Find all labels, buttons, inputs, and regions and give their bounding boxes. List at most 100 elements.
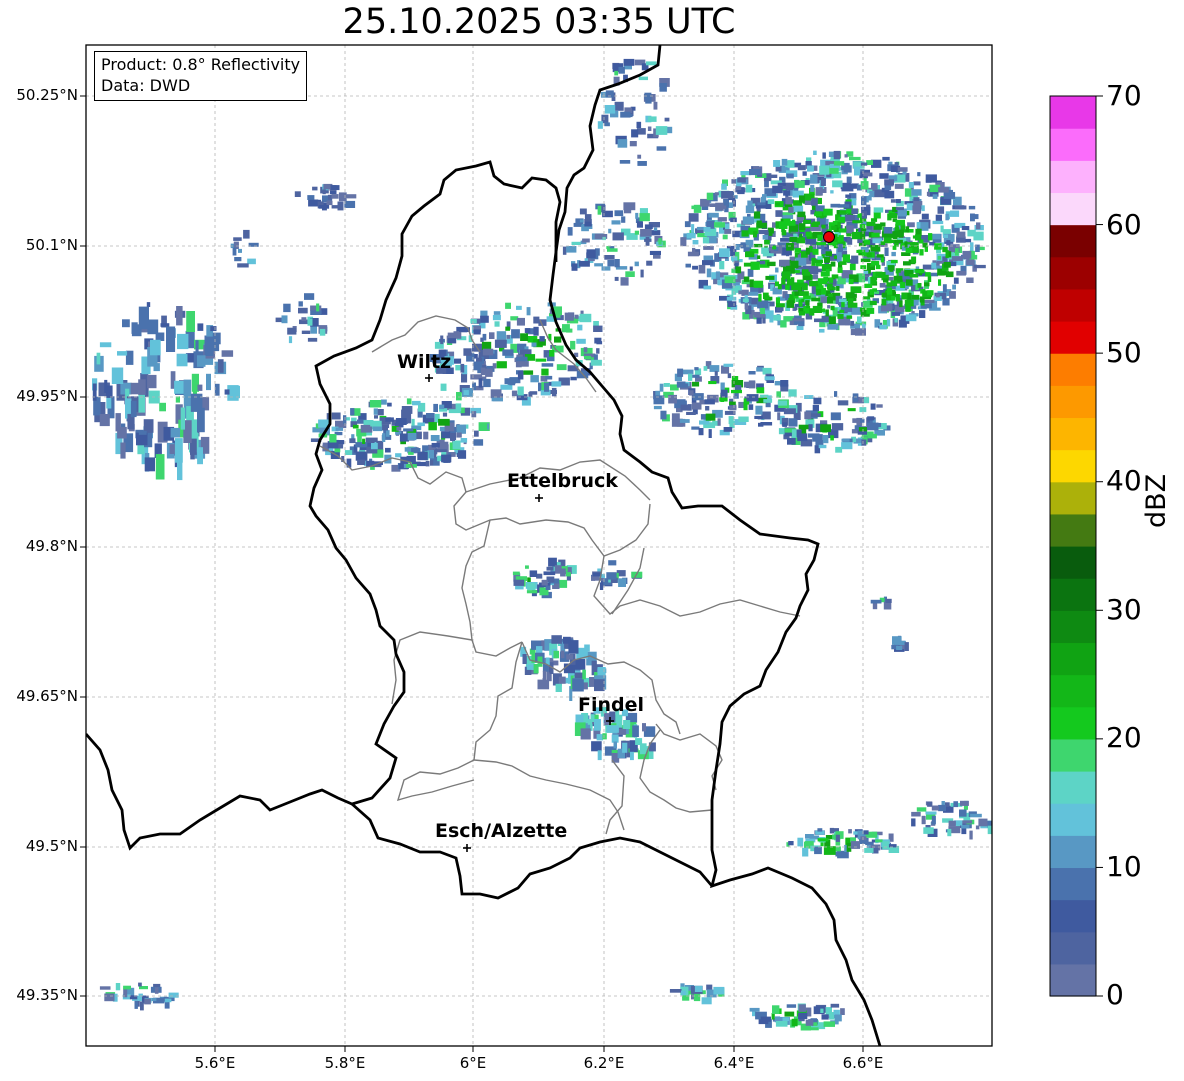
data-source-label: Data: DWD bbox=[101, 76, 191, 95]
echo-cell bbox=[746, 394, 759, 402]
echo-cell bbox=[562, 246, 567, 255]
echo-cell bbox=[411, 400, 421, 406]
echo-cell bbox=[754, 415, 763, 419]
echo-cell bbox=[788, 389, 797, 397]
echo-cell bbox=[355, 451, 368, 461]
echo-cell bbox=[653, 405, 662, 410]
echo-cell bbox=[724, 229, 732, 234]
echo-cell bbox=[636, 128, 646, 135]
echo-cell bbox=[480, 423, 488, 431]
echo-cell bbox=[706, 984, 713, 991]
echo-cell bbox=[817, 828, 823, 832]
echo-cell bbox=[855, 328, 866, 336]
echo-cell bbox=[618, 66, 625, 74]
echo-cell bbox=[812, 248, 819, 255]
echo-cell bbox=[612, 232, 624, 241]
echo-cell bbox=[867, 422, 879, 431]
echo-cell bbox=[826, 283, 833, 290]
echo-cell bbox=[551, 635, 562, 644]
echo-cell bbox=[722, 234, 728, 240]
echo-cell bbox=[387, 402, 392, 407]
echo-cell bbox=[471, 411, 477, 418]
echo-cell bbox=[882, 156, 890, 161]
echo-cell bbox=[99, 414, 110, 427]
echo-cell bbox=[287, 327, 297, 335]
echo-cell bbox=[813, 150, 817, 155]
echo-cell bbox=[583, 347, 588, 353]
colorbar-segment bbox=[1050, 899, 1096, 933]
echo-cell bbox=[823, 1021, 835, 1027]
echo-cell bbox=[848, 829, 852, 834]
echo-cell bbox=[817, 234, 823, 242]
echo-cell bbox=[594, 233, 604, 240]
echo-cell bbox=[799, 291, 809, 296]
echo-cell bbox=[749, 169, 761, 176]
echo-cell bbox=[668, 394, 677, 404]
echo-cell bbox=[525, 565, 529, 569]
echo-cell bbox=[866, 307, 875, 314]
echo-cell bbox=[685, 263, 691, 268]
echo-cell bbox=[869, 191, 875, 198]
echo-cell bbox=[833, 150, 841, 160]
echo-cell bbox=[605, 90, 614, 98]
echo-cell bbox=[684, 221, 691, 228]
echo-cell bbox=[786, 278, 794, 286]
echo-cell bbox=[926, 191, 930, 197]
echo-cell bbox=[229, 385, 240, 399]
echo-cell bbox=[176, 353, 188, 367]
echo-cell bbox=[395, 453, 402, 458]
echo-cell bbox=[745, 251, 754, 255]
echo-cell bbox=[217, 359, 224, 373]
echo-cell bbox=[197, 355, 206, 367]
echo-cell bbox=[489, 332, 495, 339]
echo-cell bbox=[947, 828, 952, 837]
echo-cell bbox=[642, 723, 646, 732]
echo-cell bbox=[775, 1021, 788, 1027]
echo-cell bbox=[373, 408, 378, 415]
echo-cell bbox=[892, 636, 902, 645]
echo-cell bbox=[863, 830, 869, 835]
echo-cell bbox=[541, 363, 554, 367]
echo-cell bbox=[623, 58, 635, 66]
echo-cell bbox=[846, 176, 852, 184]
echo-cell bbox=[614, 210, 624, 217]
echo-cell bbox=[403, 428, 414, 432]
echo-cell bbox=[706, 192, 714, 201]
echo-cell bbox=[473, 329, 481, 335]
echo-cell bbox=[848, 279, 854, 285]
echo-cell bbox=[370, 420, 382, 427]
echo-cell bbox=[882, 292, 887, 298]
echo-cell bbox=[294, 191, 301, 197]
echo-cell bbox=[837, 400, 849, 406]
echo-cell bbox=[138, 379, 146, 395]
echo-cell bbox=[169, 444, 176, 454]
echo-cell bbox=[604, 122, 610, 127]
echo-cell bbox=[529, 391, 538, 395]
echo-cell bbox=[629, 141, 637, 147]
echo-cell bbox=[744, 302, 749, 310]
echo-cell bbox=[938, 187, 950, 193]
echo-cell bbox=[731, 389, 742, 394]
echo-cell bbox=[237, 263, 249, 268]
echo-cell bbox=[844, 154, 848, 158]
colorbar-segment bbox=[1050, 353, 1096, 386]
echo-cell bbox=[803, 271, 811, 276]
echo-cell bbox=[797, 279, 804, 283]
echo-cell bbox=[886, 319, 891, 327]
echo-cell bbox=[745, 205, 755, 214]
echo-cell bbox=[823, 846, 836, 855]
echo-cell bbox=[781, 158, 788, 166]
echo-cell bbox=[480, 310, 488, 317]
echo-cell bbox=[204, 335, 214, 356]
echo-cell bbox=[869, 300, 877, 306]
echo-cell bbox=[812, 437, 818, 442]
echo-cell bbox=[636, 121, 642, 128]
echo-cell bbox=[860, 228, 867, 232]
echo-cell bbox=[820, 424, 831, 432]
echo-cell bbox=[863, 172, 873, 177]
city-label-findel: Findel bbox=[578, 694, 645, 716]
echo-cell bbox=[788, 207, 794, 213]
echo-cell bbox=[567, 227, 573, 236]
echo-cell bbox=[758, 293, 762, 302]
echo-cell bbox=[772, 222, 776, 228]
